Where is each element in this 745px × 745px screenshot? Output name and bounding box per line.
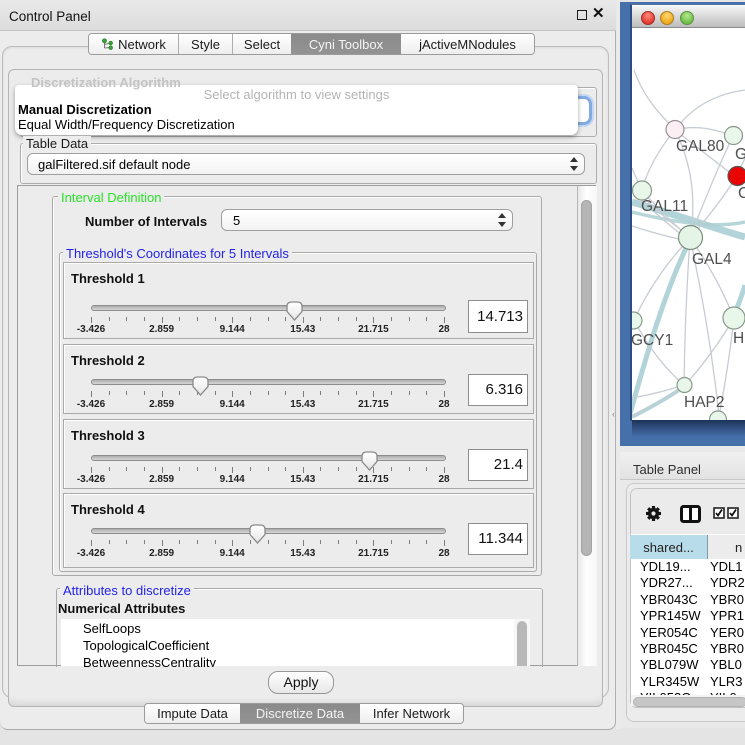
svg-text:H: H [733, 330, 744, 347]
svg-text:GAL11: GAL11 [641, 198, 688, 215]
svg-text:GCY1: GCY1 [632, 332, 673, 349]
svg-text:GAL80: GAL80 [676, 138, 725, 155]
svg-text:GAL4: GAL4 [692, 251, 732, 268]
svg-text:HAP2: HAP2 [684, 394, 725, 411]
svg-text:C: C [738, 185, 745, 202]
svg-text:GA: GA [735, 146, 745, 163]
